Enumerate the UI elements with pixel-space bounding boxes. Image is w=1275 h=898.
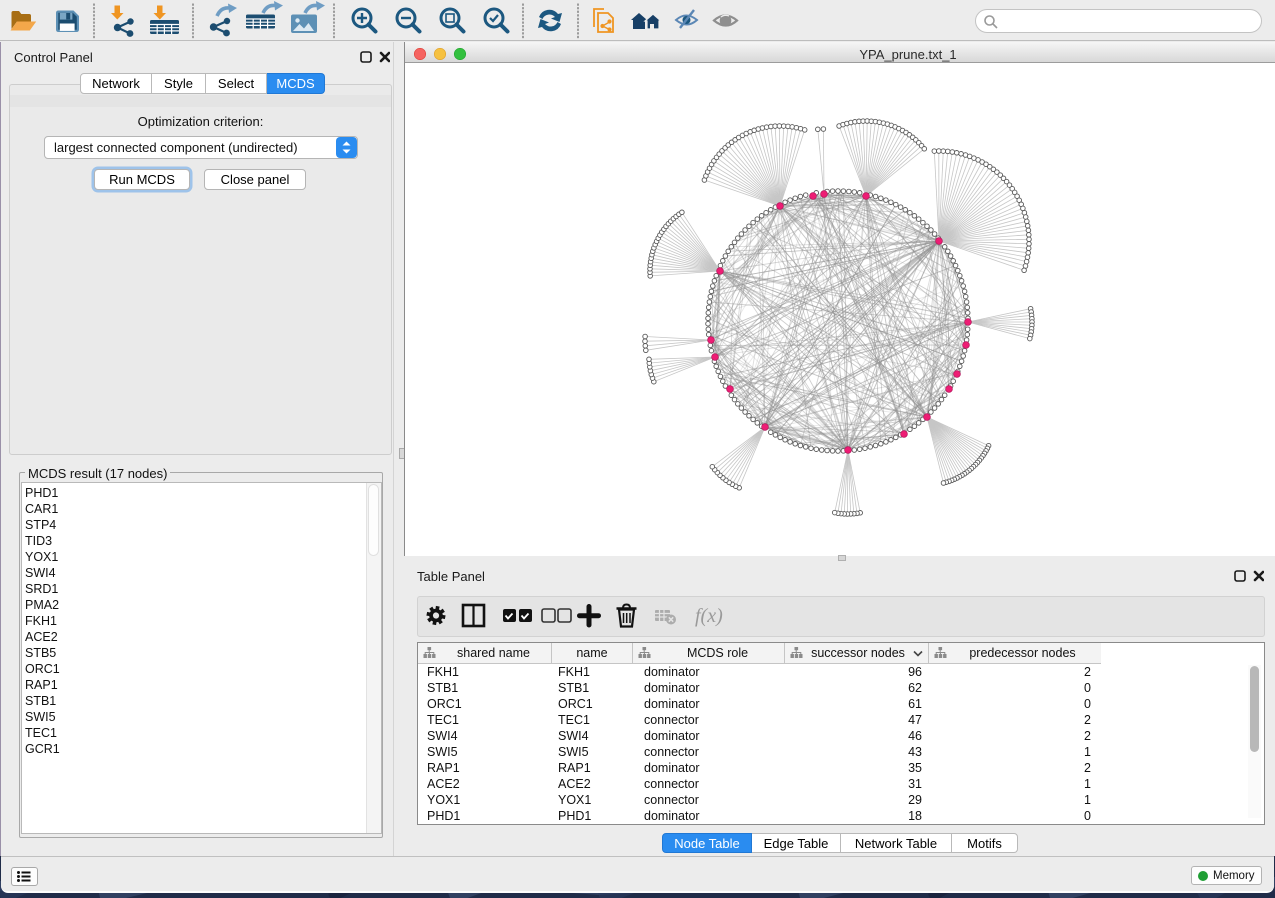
svg-text:f(x): f(x) [695, 605, 723, 627]
